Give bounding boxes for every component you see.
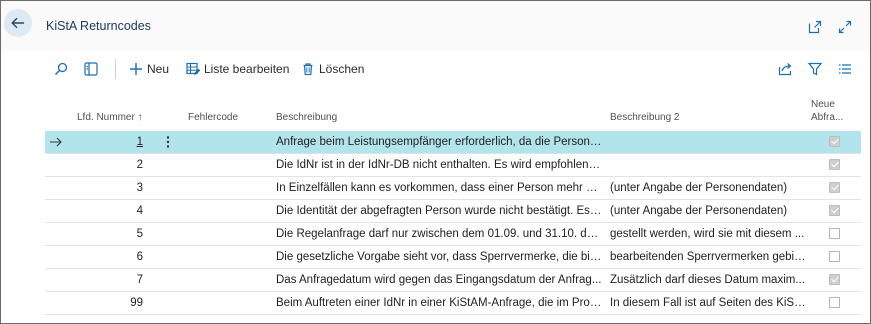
list-view-button[interactable] (837, 61, 853, 77)
neue-abfrage-checkbox[interactable] (829, 159, 840, 170)
cell-beschreibung-2 (610, 131, 806, 153)
row-selector[interactable] (45, 269, 75, 291)
cell-beschreibung: In Einzelfällen kann es vorkommen, dass … (276, 182, 602, 194)
neue-abfrage-checkbox[interactable] (829, 136, 840, 147)
neue-abfrage-checkbox[interactable] (829, 274, 840, 285)
toolbar-divider (115, 59, 116, 79)
cell-lfd-nummer[interactable]: 3 (83, 177, 143, 199)
page-title: KiStA Returncodes (46, 19, 151, 33)
column-header-neue-line1: Neue (811, 99, 835, 110)
cell-fehlercode (188, 154, 268, 176)
table-row[interactable]: 1 Anfrage beim Leistungsempfänger erforde… (45, 131, 861, 154)
table-row[interactable]: 2 Die IdNr ist in der IdNr-DB nicht entha… (45, 154, 861, 177)
filter-button[interactable] (807, 61, 823, 77)
cell-beschreibung-2: In diesem Fall ist auf Seiten des KiStA.… (610, 297, 806, 309)
delete-label: Löschen (319, 62, 365, 76)
app-window: KiStA Returncodes Neu Liste bearbeiten L… (0, 0, 871, 324)
new-button[interactable]: Neu (129, 61, 169, 77)
cell-beschreibung-2: bearbeitenden Sperrvermerken gebil... (610, 251, 806, 263)
cell-beschreibung-2 (610, 154, 806, 176)
cell-lfd-nummer[interactable]: 2 (83, 154, 143, 176)
row-selector[interactable] (45, 246, 75, 268)
cell-fehlercode (188, 223, 268, 245)
neue-abfrage-checkbox[interactable] (829, 228, 840, 239)
row-arrow-icon (49, 135, 63, 149)
share-button[interactable] (777, 61, 793, 77)
open-in-new-window-icon[interactable] (807, 19, 823, 35)
back-button[interactable] (4, 9, 32, 37)
share-icon (777, 61, 793, 77)
row-selector[interactable] (45, 200, 75, 222)
cell-fehlercode (188, 292, 268, 314)
cell-lfd-nummer[interactable]: 5 (83, 223, 143, 245)
table-row[interactable]: 3 In Einzelfällen kann es vorkommen, dass… (45, 177, 861, 200)
table-row[interactable]: 7 Das Anfragedatum wird gegen das Eingang… (45, 269, 861, 292)
cell-beschreibung-2: gestellt werden, wird sie mit diesem ... (610, 228, 805, 240)
neue-abfrage-checkbox[interactable] (829, 297, 840, 308)
table-row[interactable]: 99 Beim Auftreten einer IdNr in einer KiS… (45, 292, 861, 315)
cell-beschreibung: Anfrage beim Leistungsempfänger erforder… (276, 136, 602, 148)
page-header: KiStA Returncodes (1, 1, 870, 51)
row-selector[interactable] (45, 223, 75, 245)
expand-icon[interactable] (837, 19, 853, 35)
action-bar: Neu Liste bearbeiten Löschen (1, 51, 870, 87)
cell-beschreibung-2: (unter Angabe der Personendaten) (610, 182, 788, 194)
cell-fehlercode (188, 131, 268, 153)
cell-beschreibung: Die Regelanfrage darf nur zwischen dem 0… (276, 228, 602, 240)
cell-beschreibung: Die gesetzliche Vorgabe sieht vor, dass … (276, 251, 602, 263)
cell-lfd-nummer[interactable]: 7 (83, 269, 143, 291)
trash-icon (301, 62, 315, 76)
delete-button[interactable]: Löschen (301, 61, 364, 77)
edit-list-icon (186, 62, 200, 76)
filter-pane-button[interactable] (83, 61, 99, 77)
cell-fehlercode (188, 177, 268, 199)
cell-beschreibung-2: Zusätzlich darf dieses Datum maxim... (610, 274, 805, 286)
plus-icon (129, 62, 143, 76)
table-row[interactable]: 6 Die gesetzliche Vorgabe sieht vor, dass… (45, 246, 861, 269)
row-selector[interactable] (45, 177, 75, 199)
edit-list-label: Liste bearbeiten (204, 62, 290, 76)
list-view-icon (837, 61, 853, 77)
filter-icon (807, 61, 823, 77)
search-button[interactable] (53, 61, 69, 77)
row-selector[interactable] (45, 131, 75, 153)
table-row[interactable]: 5 Die Regelanfrage darf nur zwischen dem … (45, 223, 861, 246)
neue-abfrage-checkbox[interactable] (829, 205, 840, 216)
table-row[interactable]: 4 Die Identität der abgefragten Person wu… (45, 200, 861, 223)
neue-abfrage-checkbox[interactable] (829, 182, 840, 193)
cell-lfd-nummer[interactable]: 6 (83, 246, 143, 268)
row-actions-icon[interactable] (165, 135, 171, 149)
filter-pane-icon (83, 61, 99, 77)
cell-beschreibung: Das Anfragedatum wird gegen das Eingangs… (276, 274, 602, 286)
cell-lfd-nummer[interactable]: 1 (83, 131, 143, 153)
neue-abfrage-checkbox[interactable] (829, 251, 840, 262)
row-selector[interactable] (45, 292, 75, 314)
new-button-label: Neu (147, 62, 170, 76)
cell-beschreibung-2: (unter Angabe der Personendaten) (610, 205, 788, 217)
search-icon (53, 61, 69, 77)
cell-beschreibung: Die Identität der abgefragten Person wur… (276, 205, 602, 217)
cell-beschreibung: Beim Auftreten einer IdNr in einer KiStA… (276, 297, 602, 309)
back-arrow-icon (10, 15, 26, 31)
cell-beschreibung: Die IdNr ist in der IdNr-DB nicht enthal… (276, 159, 602, 171)
cell-lfd-nummer[interactable]: 99 (83, 292, 143, 314)
cell-lfd-nummer[interactable]: 4 (83, 200, 143, 222)
cell-fehlercode (188, 246, 268, 268)
column-header-neue-line2: Abfra... (811, 112, 844, 123)
cell-fehlercode (188, 200, 268, 222)
edit-list-button[interactable]: Liste bearbeiten (186, 61, 289, 77)
row-selector[interactable] (45, 154, 75, 176)
cell-fehlercode (188, 269, 268, 291)
